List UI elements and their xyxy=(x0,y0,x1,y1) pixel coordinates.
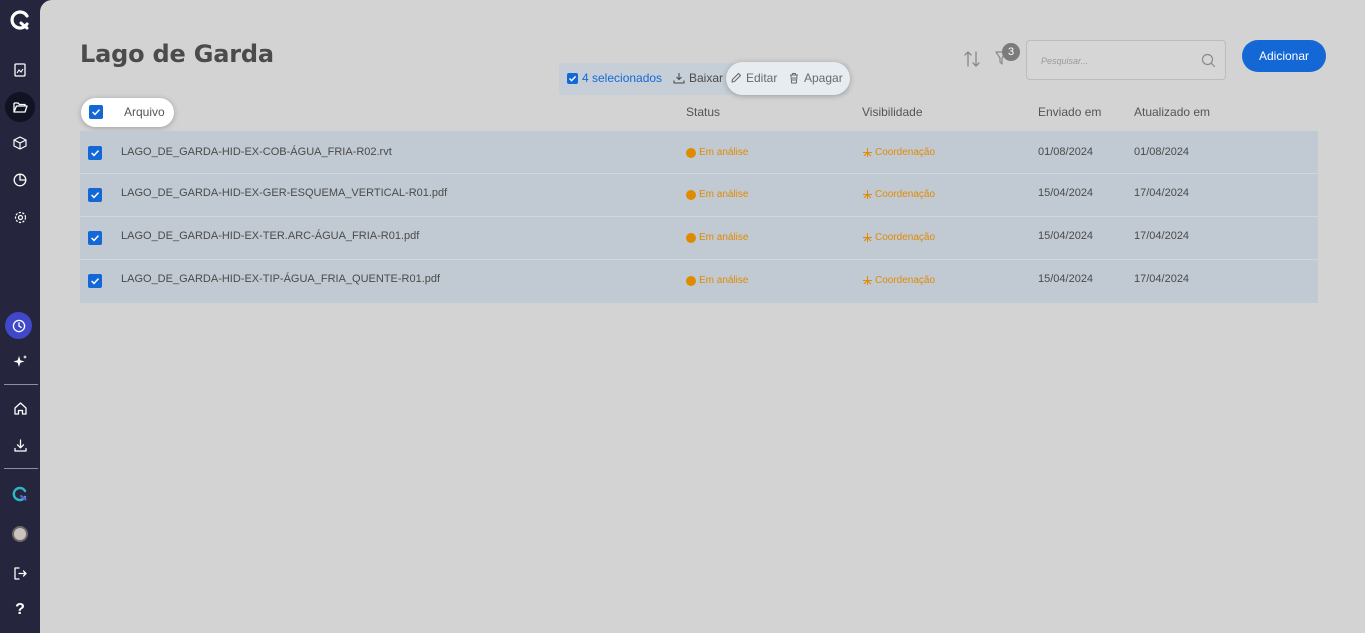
column-header-status[interactable]: Status xyxy=(686,105,720,119)
status-label: Em análise xyxy=(699,232,749,243)
sent-date: 15/04/2024 xyxy=(1038,187,1094,199)
column-header-file[interactable]: Arquivo xyxy=(124,105,165,119)
status-badge: Em análise xyxy=(686,189,748,200)
edit-label: Editar xyxy=(746,71,778,85)
home-icon[interactable] xyxy=(4,394,36,422)
filter-count-badge: 3 xyxy=(1002,43,1020,61)
updated-date: 17/04/2024 xyxy=(1134,230,1190,242)
visibility-label: Coordenação xyxy=(875,275,936,286)
status-badge: Em análise xyxy=(686,147,748,158)
status-label: Em análise xyxy=(699,189,749,200)
file-name[interactable]: LAGO_DE_GARDA-HID-EX-COB-ÁGUA_FRIA-R02.r… xyxy=(121,146,392,158)
sparkle-icon[interactable] xyxy=(4,347,36,375)
updated-date: 01/08/2024 xyxy=(1134,146,1190,158)
pie-chart-icon[interactable] xyxy=(4,166,36,194)
row-checkbox[interactable] xyxy=(88,188,102,202)
status-dot xyxy=(686,147,696,158)
select-all-checkbox[interactable] xyxy=(89,105,103,119)
column-header-sent[interactable]: Enviado em xyxy=(1038,105,1101,119)
download-icon xyxy=(673,73,685,84)
pencil-icon xyxy=(731,72,742,83)
checkmark-icon xyxy=(92,109,101,116)
status-badge: Em análise xyxy=(686,232,748,243)
trash-icon xyxy=(790,73,798,84)
updated-date: 17/04/2024 xyxy=(1134,273,1190,285)
column-header-updated[interactable]: Atualizado em xyxy=(1134,105,1210,119)
sent-date: 01/08/2024 xyxy=(1038,146,1094,158)
sent-date: 15/04/2024 xyxy=(1038,230,1094,242)
visibility-label: Coordenação xyxy=(875,189,936,200)
download-label: Baixar xyxy=(689,71,724,85)
network-icon xyxy=(863,233,872,242)
clock-icon[interactable] xyxy=(5,312,32,339)
network-icon xyxy=(863,276,872,285)
status-dot xyxy=(686,189,696,200)
gear-icon[interactable] xyxy=(4,203,36,231)
visibility-badge: Coordenação xyxy=(862,189,935,200)
folder-open-icon[interactable] xyxy=(5,92,35,122)
download-button[interactable]: Baixar xyxy=(673,71,723,85)
status-dot xyxy=(686,232,696,243)
table-row[interactable]: LAGO_DE_GARDA-HID-EX-TER.ARC-ÁGUA_FRIA-R… xyxy=(80,217,1318,260)
file-name[interactable]: LAGO_DE_GARDA-HID-EX-GER-ESQUEMA_VERTICA… xyxy=(121,187,447,199)
search-icon[interactable] xyxy=(1201,53,1216,72)
visibility-badge: Coordenação xyxy=(862,275,935,286)
document-icon[interactable] xyxy=(4,56,36,84)
checkmark-icon xyxy=(91,235,100,242)
cube-icon[interactable] xyxy=(4,129,36,157)
page-title: Lago de Garda xyxy=(80,40,274,68)
updated-date: 17/04/2024 xyxy=(1134,187,1190,199)
visibility-badge: Coordenação xyxy=(862,147,935,158)
avatar[interactable] xyxy=(4,520,36,548)
row-checkbox[interactable] xyxy=(88,274,102,288)
table-row[interactable]: LAGO_DE_GARDA-HID-EX-GER-ESQUEMA_VERTICA… xyxy=(80,174,1318,217)
table-row[interactable]: LAGO_DE_GARDA-HID-EX-COB-ÁGUA_FRIA-R02.r… xyxy=(80,131,1318,174)
status-label: Em análise xyxy=(699,275,749,286)
help-icon: ? xyxy=(15,601,25,618)
status-badge: Em análise xyxy=(686,275,748,286)
search-box xyxy=(1026,40,1226,80)
logout-icon[interactable] xyxy=(4,559,36,587)
sidebar-divider xyxy=(4,384,38,385)
checkbox-checked-icon xyxy=(567,72,578,84)
column-header-visibility[interactable]: Visibilidade xyxy=(862,105,923,119)
visibility-label: Coordenação xyxy=(875,232,936,243)
brand-logo-small-icon[interactable] xyxy=(4,480,36,508)
avatar-image xyxy=(12,526,28,542)
selection-count[interactable]: 4 selecionados xyxy=(567,71,662,85)
search-input[interactable] xyxy=(1041,53,1191,69)
main-panel: Lago de Garda 4 selecionados Baixar Edit… xyxy=(40,0,1365,633)
checkmark-icon xyxy=(91,192,100,199)
sidebar-divider xyxy=(4,468,38,469)
checkmark-icon xyxy=(91,150,100,157)
brand-logo-icon[interactable] xyxy=(4,6,36,34)
add-button[interactable]: Adicionar xyxy=(1242,40,1326,72)
network-icon xyxy=(863,190,872,199)
status-label: Em análise xyxy=(699,147,749,158)
status-dot xyxy=(686,275,696,286)
delete-label: Apagar xyxy=(804,71,843,85)
table-row[interactable]: LAGO_DE_GARDA-HID-EX-TIP-ÁGUA_FRIA_QUENT… xyxy=(80,260,1318,303)
sidebar: ? xyxy=(0,0,40,633)
file-table: LAGO_DE_GARDA-HID-EX-COB-ÁGUA_FRIA-R02.r… xyxy=(80,131,1318,303)
network-icon xyxy=(863,148,872,157)
delete-button[interactable]: Apagar xyxy=(788,71,843,85)
sent-date: 15/04/2024 xyxy=(1038,273,1094,285)
checkmark-icon xyxy=(91,278,100,285)
download-icon[interactable] xyxy=(4,431,36,459)
file-name[interactable]: LAGO_DE_GARDA-HID-EX-TIP-ÁGUA_FRIA_QUENT… xyxy=(121,273,440,285)
visibility-badge: Coordenação xyxy=(862,232,935,243)
edit-button[interactable]: Editar xyxy=(730,71,777,85)
selection-count-label: 4 selecionados xyxy=(582,71,663,85)
row-checkbox[interactable] xyxy=(88,146,102,160)
row-checkbox[interactable] xyxy=(88,231,102,245)
sort-icon[interactable] xyxy=(964,50,980,72)
file-name[interactable]: LAGO_DE_GARDA-HID-EX-TER.ARC-ÁGUA_FRIA-R… xyxy=(121,230,419,242)
visibility-label: Coordenação xyxy=(875,147,936,158)
help-button[interactable]: ? xyxy=(4,596,36,624)
